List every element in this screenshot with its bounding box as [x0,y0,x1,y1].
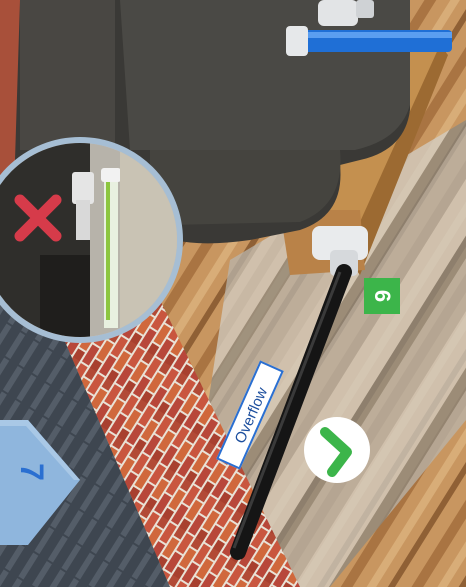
check-circle-icon [304,417,370,483]
step-six-badge: 6 [364,278,400,314]
installation-illustration: Overflow 6 7 [0,0,466,587]
incorrect-detail-inset [0,137,183,343]
step-seven-number: 7 [14,463,50,481]
